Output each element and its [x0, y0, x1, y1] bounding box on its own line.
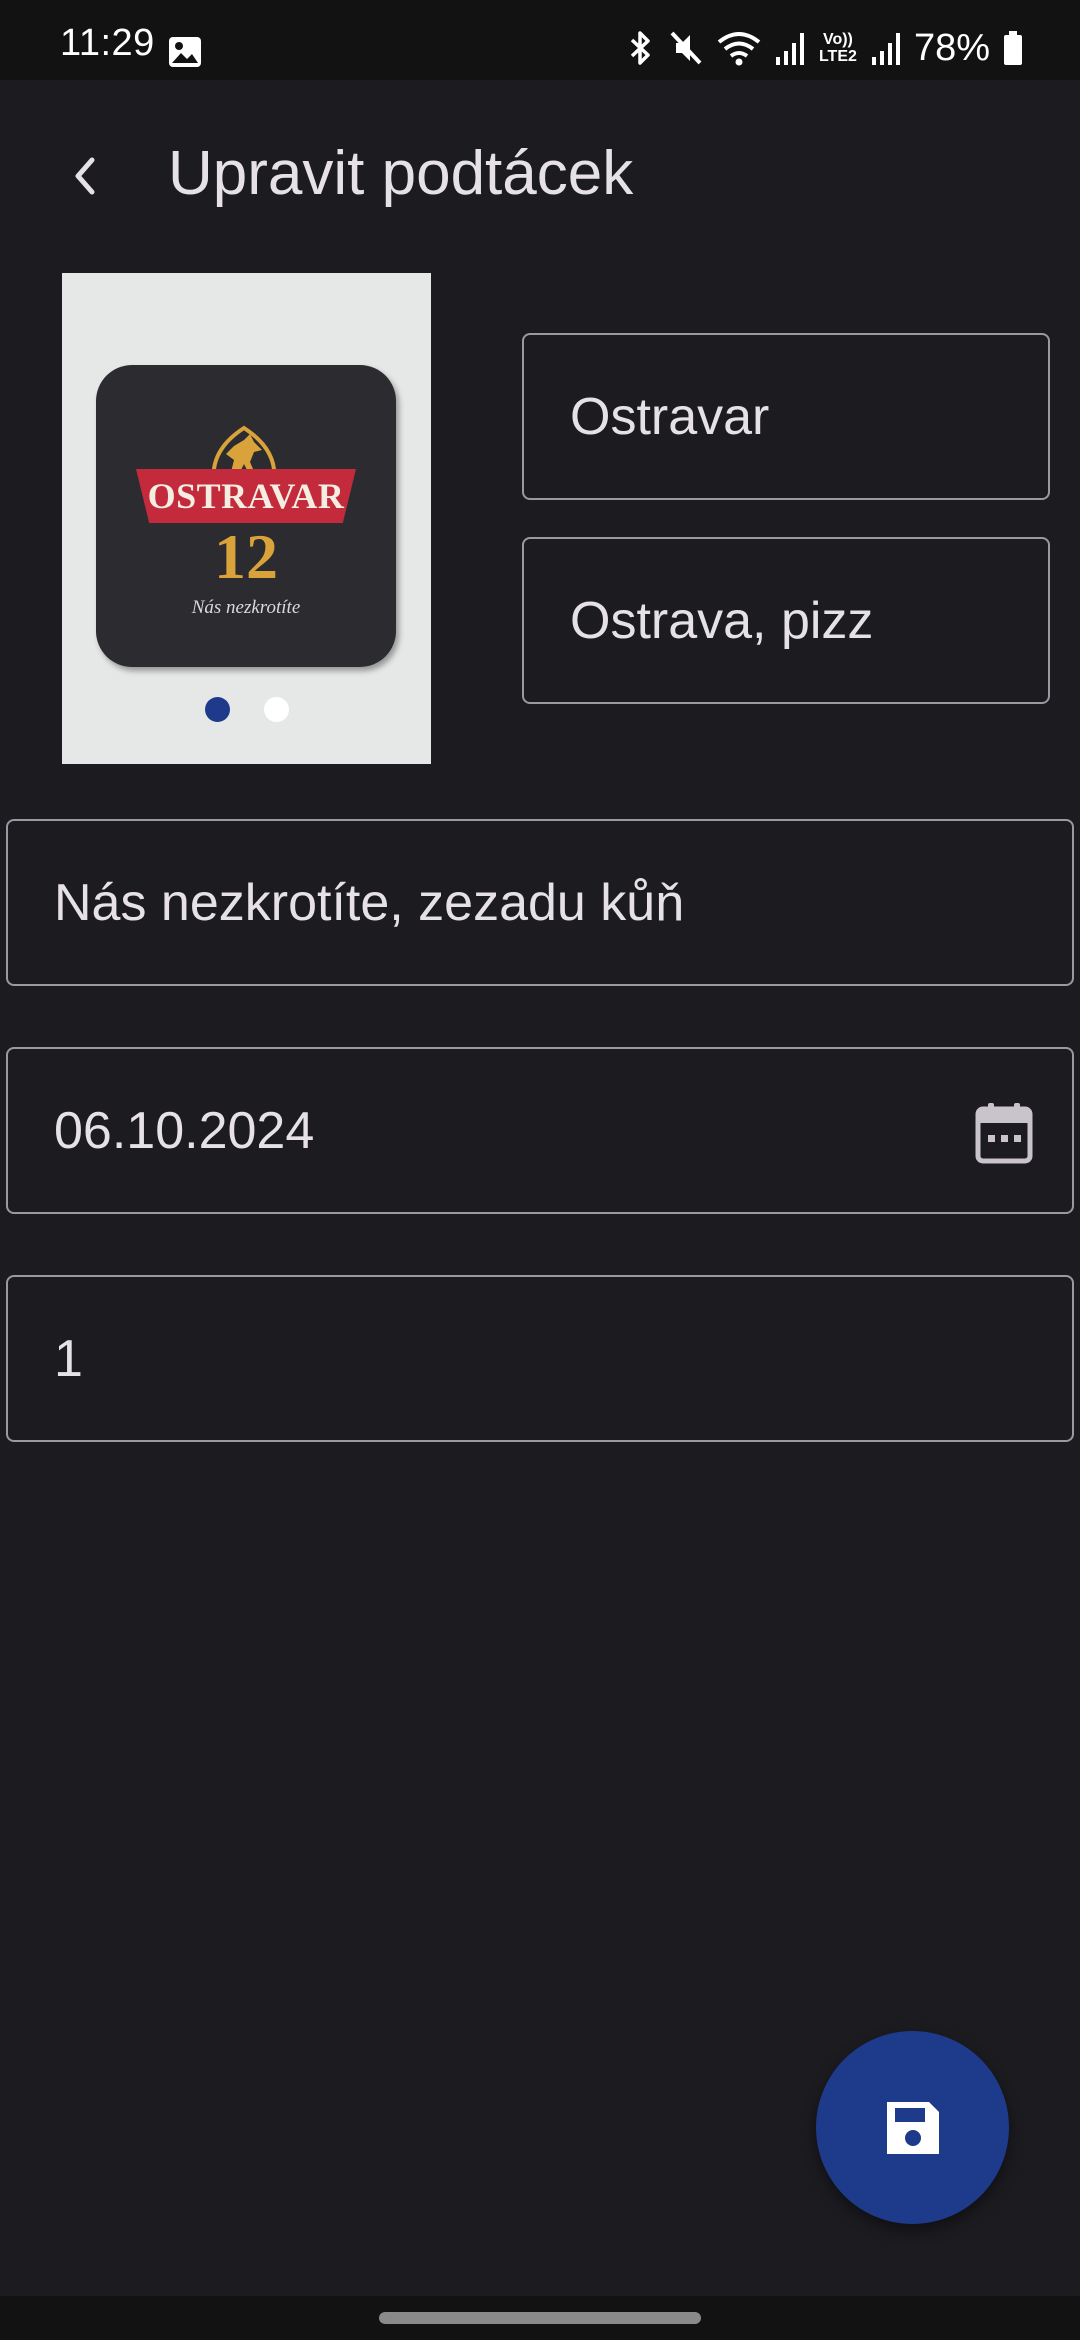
bluetooth-icon — [630, 31, 650, 65]
back-button[interactable] — [50, 140, 122, 212]
gallery-icon — [169, 37, 201, 67]
coaster-banner: OSTRAVAR — [136, 469, 356, 523]
calendar-icon[interactable] — [974, 1101, 1034, 1165]
count-field[interactable] — [6, 1275, 1074, 1442]
name-field[interactable] — [522, 333, 1050, 500]
count-input[interactable] — [8, 1277, 1072, 1440]
coaster-photo-carousel[interactable]: OSTRAVAR 12 Nás nezkrotíte — [62, 273, 431, 764]
coaster-image: OSTRAVAR 12 Nás nezkrotíte — [96, 365, 396, 667]
save-button[interactable] — [816, 2031, 1009, 2224]
date-input[interactable] — [8, 1049, 1072, 1212]
pager-dot-active[interactable] — [204, 697, 230, 722]
coaster-number: 12 — [214, 521, 278, 592]
page-title: Upravit podtácek — [168, 139, 634, 208]
place-input[interactable] — [524, 539, 1048, 702]
status-bar: 11:29 Vo)) LTE2 78% — [0, 0, 1080, 80]
note-field[interactable] — [6, 819, 1074, 986]
wifi-icon — [717, 32, 761, 66]
coaster-brand: OSTRAVAR — [147, 476, 345, 516]
date-field[interactable] — [6, 1047, 1074, 1214]
save-icon — [886, 2101, 939, 2154]
signal-icon — [871, 33, 900, 65]
name-input[interactable] — [524, 335, 1048, 498]
battery-percent: 78% — [913, 26, 990, 69]
signal-icon — [775, 33, 804, 65]
mute-icon — [670, 31, 702, 65]
battery-icon — [1004, 31, 1022, 65]
home-indicator[interactable] — [379, 2312, 701, 2324]
coaster-slogan: Nás nezkrotíte — [191, 597, 301, 618]
chevron-left-icon — [75, 157, 95, 195]
status-time: 11:29 — [60, 22, 155, 64]
note-input[interactable] — [8, 821, 1072, 984]
pager-dots — [62, 697, 431, 722]
place-field[interactable] — [522, 537, 1050, 704]
status-icons: Vo)) LTE2 78% — [626, 26, 1024, 70]
pager-dot[interactable] — [263, 697, 289, 722]
top-app-bar: Upravit podtácek — [0, 80, 1080, 270]
network-label: Vo)) LTE2 — [818, 31, 857, 65]
